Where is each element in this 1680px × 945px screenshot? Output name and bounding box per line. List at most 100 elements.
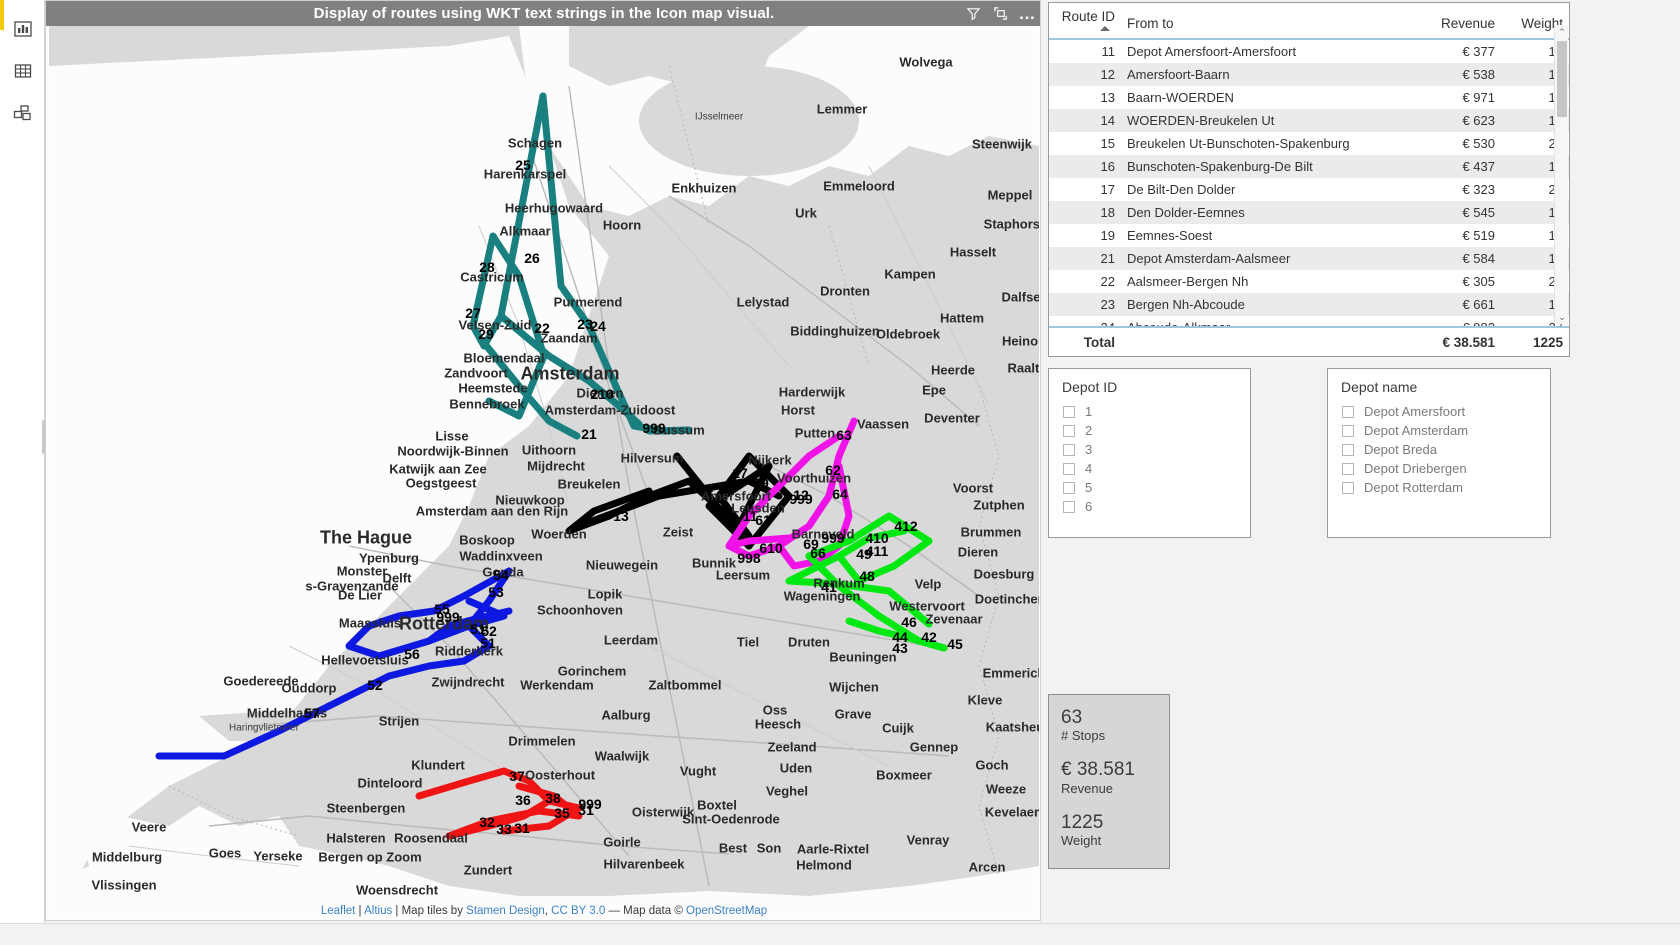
kpi-multi-row-card[interactable]: 63 # Stops € 38.581 Revenue 1225 Weight: [1048, 694, 1170, 869]
column-header-revenue[interactable]: Revenue: [1405, 3, 1501, 39]
depot-name-slicer[interactable]: Depot name Depot Amersfoort Depot Amsterd…: [1327, 368, 1551, 538]
cell-revenue: € 538: [1462, 67, 1495, 82]
depot-name-item-label: Depot Driebergen: [1364, 461, 1467, 476]
depot-id-slicer[interactable]: Depot ID 1 2 3 4 5 6: [1048, 368, 1251, 538]
map-attribution: Leaflet | Altius | Map tiles by Stamen D…: [49, 905, 1039, 917]
checkbox-unchecked-icon[interactable]: [1342, 424, 1354, 437]
table-row[interactable]: 21Depot Amsterdam-Aalsmeer€ 58413: [1049, 247, 1569, 270]
cell-from-to: Bunschoten-Spakenburg-De Bilt: [1127, 159, 1313, 174]
cc-license-link[interactable]: CC BY 3.0: [551, 905, 605, 917]
cell-from-to: WOERDEN-Breukelen Ut: [1127, 113, 1275, 128]
sidebar-item-model-view[interactable]: [10, 102, 36, 128]
depot-id-item[interactable]: 5: [1049, 478, 1250, 497]
column-header-route-id[interactable]: Route ID: [1049, 3, 1121, 39]
red-route-path: [415, 767, 583, 840]
depot-name-item[interactable]: Depot Amsterdam: [1328, 421, 1550, 440]
checkbox-unchecked-icon[interactable]: [1063, 424, 1075, 437]
green-route-path: [785, 512, 948, 652]
checkbox-unchecked-icon[interactable]: [1342, 405, 1354, 418]
checkbox-unchecked-icon[interactable]: [1342, 462, 1354, 475]
depot-id-item[interactable]: 4: [1049, 459, 1250, 478]
kpi-metrics: 63 # Stops € 38.581 Revenue 1225 Weight: [1061, 707, 1169, 848]
table-row[interactable]: 19Eemnes-Soest€ 51917: [1049, 224, 1569, 247]
cell-route-id: 11: [1101, 44, 1116, 59]
depot-id-item[interactable]: 3: [1049, 440, 1250, 459]
cell-route-id: 15: [1100, 136, 1115, 151]
scroll-down-icon[interactable]: ⌄: [1555, 310, 1569, 324]
table-row[interactable]: 18Den Dolder-Eemnes€ 54512: [1049, 201, 1569, 224]
total-label: Total: [1083, 334, 1115, 350]
cell-revenue: € 530: [1462, 136, 1495, 151]
kpi-label: Revenue: [1061, 780, 1114, 796]
cell-route-id: 17: [1100, 182, 1115, 197]
cell-revenue: € 971: [1462, 90, 1495, 105]
checkbox-unchecked-icon[interactable]: [1063, 405, 1075, 418]
table-row[interactable]: 12Amersfoort-Baarn€ 53817: [1049, 63, 1569, 86]
bar-chart-icon: [13, 19, 33, 44]
map-visual-title: Display of routes using WKT text strings…: [46, 1, 1040, 26]
more-options-icon[interactable]: …: [1019, 5, 1036, 22]
altius-link[interactable]: Altius: [364, 905, 392, 917]
powerbi-report-window: Display of routes using WKT text strings…: [0, 0, 1680, 945]
cell-route-id: 21: [1100, 251, 1115, 266]
depot-id-item[interactable]: 6: [1049, 497, 1250, 516]
sidebar-item-report-view[interactable]: [10, 18, 36, 44]
depot-id-item-label: 6: [1085, 499, 1093, 514]
openstreetmap-link[interactable]: OpenStreetMap: [686, 905, 767, 917]
icon-map-visual[interactable]: Display of routes using WKT text strings…: [45, 0, 1041, 921]
scroll-up-icon[interactable]: ⌃: [1555, 25, 1569, 39]
teal-route-path: [469, 92, 693, 440]
filter-funnel-icon[interactable]: [965, 5, 982, 22]
routes-table-visual[interactable]: Route ID From to Revenue Weight 11 Depot …: [1048, 2, 1570, 357]
depot-name-slicer-title: Depot name: [1341, 379, 1418, 395]
table-row[interactable]: 23Bergen Nh-Abcoude€ 66110: [1049, 293, 1569, 316]
cell-from-to: De Bilt-Den Dolder: [1127, 182, 1236, 197]
table-row[interactable]: 22Aalsmeer-Bergen Nh€ 30525: [1049, 270, 1569, 293]
total-revenue: € 38.581: [1442, 334, 1495, 350]
visual-header-toolbar: …: [965, 1, 1036, 26]
depot-id-item-label: 5: [1085, 480, 1093, 495]
attrib-sep-2: | Map tiles by: [392, 905, 467, 917]
depot-name-item[interactable]: Depot Driebergen: [1328, 459, 1550, 478]
checkbox-unchecked-icon[interactable]: [1342, 443, 1354, 456]
map-canvas[interactable]: Wolvega Lemmer Steenwijk IJsselmeer Emmeloor…: [49, 26, 1039, 919]
kpi-label: Weight: [1061, 832, 1102, 848]
depot-id-item[interactable]: 2: [1049, 421, 1250, 440]
table-row[interactable]: 14WOERDEN-Breukelen Ut€ 62315: [1049, 109, 1569, 132]
depot-name-item[interactable]: Depot Amersfoort: [1328, 402, 1550, 421]
depot-id-item-label: 3: [1085, 442, 1093, 457]
table-row[interactable]: 13Baarn-WOERDEN€ 97110: [1049, 86, 1569, 109]
table-row[interactable]: 16Bunschoten-Spakenburg-De Bilt€ 43710: [1049, 155, 1569, 178]
checkbox-unchecked-icon[interactable]: [1063, 481, 1075, 494]
depot-id-item[interactable]: 1: [1049, 402, 1250, 421]
checkbox-unchecked-icon[interactable]: [1063, 443, 1075, 456]
table-scrollbar[interactable]: ⌃ ⌄: [1554, 25, 1568, 324]
sidebar-item-data-view[interactable]: [10, 60, 36, 86]
stamen-design-link[interactable]: Stamen Design: [466, 905, 545, 917]
black-route-path: [565, 452, 793, 550]
table-body: 11 Depot Amersfoort-Amersfoort € 377 14 12 Am…: [1049, 39, 1569, 339]
checkbox-unchecked-icon[interactable]: [1342, 481, 1354, 494]
depot-name-item[interactable]: Depot Breda: [1328, 440, 1550, 459]
cell-route-id: 16: [1100, 159, 1115, 174]
scrollbar-thumb[interactable]: [1557, 41, 1567, 117]
table-row[interactable]: 15 Breukelen Ut-Bunschoten-Spakenburg € 53…: [1049, 132, 1569, 155]
relationships-icon: [13, 103, 33, 128]
table-row[interactable]: 17De Bilt-Den Dolder€ 32328: [1049, 178, 1569, 201]
depot-id-slicer-title: Depot ID: [1062, 379, 1118, 395]
focus-mode-icon[interactable]: [992, 5, 1009, 22]
depot-name-item[interactable]: Depot Rotterdam: [1328, 478, 1550, 497]
cell-from-to: Den Dolder-Eemnes: [1127, 205, 1245, 220]
checkbox-unchecked-icon[interactable]: [1063, 462, 1075, 475]
attrib-sep-1: |: [355, 905, 365, 917]
checkbox-unchecked-icon[interactable]: [1063, 500, 1075, 513]
cell-revenue: € 623: [1462, 113, 1495, 128]
leaflet-link[interactable]: Leaflet: [321, 905, 356, 917]
cell-route-id: 18: [1100, 205, 1115, 220]
depot-id-item-label: 2: [1085, 423, 1093, 438]
cell-route-id: 14: [1100, 113, 1115, 128]
blue-route-path: [155, 567, 513, 760]
table-row[interactable]: 11Depot Amersfoort-Amersfoort€ 37714: [1049, 39, 1569, 63]
column-header-from-to[interactable]: From to: [1121, 3, 1405, 39]
table-icon: [13, 61, 33, 86]
